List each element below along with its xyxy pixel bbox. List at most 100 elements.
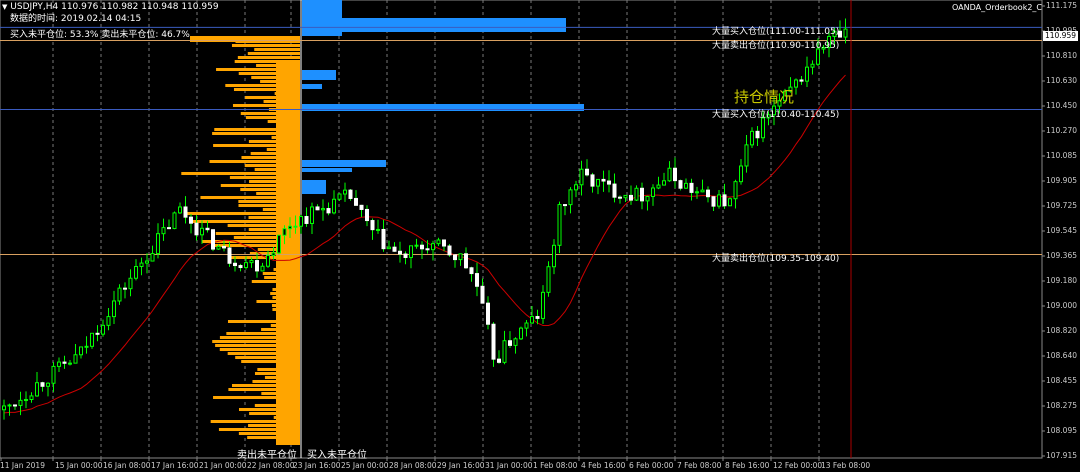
candle-body <box>249 260 254 264</box>
y-tick-label: 109.905 <box>1045 176 1077 185</box>
candle-body <box>106 316 111 326</box>
sell-profile-bar <box>213 144 300 147</box>
candle-body <box>447 245 452 256</box>
sell-profile-bar <box>256 64 300 67</box>
candle-body <box>392 246 397 252</box>
candle-body <box>431 243 435 251</box>
level-label: 大量卖出仓位(109.35-109.40) <box>712 254 840 265</box>
candle-body <box>744 144 749 167</box>
x-tick-label: 17 Jan 16:00 <box>151 461 199 470</box>
candle-body <box>403 253 408 258</box>
x-tick-label: 7 Feb 08:00 <box>677 461 722 470</box>
candle-body <box>40 382 45 387</box>
x-tick-label: 28 Jan 08:00 <box>389 461 437 470</box>
candle-body <box>238 265 243 269</box>
sell-profile-bar <box>186 212 300 215</box>
candle-body <box>18 399 23 406</box>
candle-body <box>420 244 424 250</box>
x-tick-label: 1 Feb 08:00 <box>533 461 578 470</box>
x-tick-label: 16 Jan 08:00 <box>103 461 151 470</box>
sell-profile-bar <box>272 296 300 299</box>
buy-profile-bar <box>302 18 566 32</box>
candle-body <box>486 302 490 325</box>
sell-profile-bar <box>249 180 300 183</box>
candle-body <box>794 79 798 88</box>
sell-profile-bar <box>226 332 300 335</box>
candle-body <box>739 165 743 183</box>
sell-profile-bar <box>248 424 300 427</box>
sell-profile-bar <box>254 404 300 407</box>
sell-profile-bar <box>251 280 300 283</box>
buy-profile-bar <box>302 160 386 167</box>
sell-profile-bar <box>254 372 300 375</box>
candle-body <box>299 216 303 227</box>
candle-body <box>579 168 584 186</box>
candle-body <box>508 340 512 346</box>
candle-body <box>706 189 710 198</box>
sell-profile-bar <box>273 416 300 419</box>
sell-profile-bar <box>235 356 300 359</box>
sell-profile-bar <box>256 300 300 303</box>
candle-body <box>645 195 650 202</box>
candle-body <box>414 244 419 247</box>
sell-profile-bar <box>252 380 300 383</box>
level-label: 大量卖出仓位(110.90-110.95) <box>712 40 840 51</box>
candle-body <box>755 130 760 139</box>
candle-body <box>150 253 155 262</box>
candle-body <box>673 167 677 182</box>
candle-body <box>519 327 523 340</box>
price-chart[interactable] <box>0 0 1080 472</box>
candle-body <box>172 212 177 230</box>
sell-profile-bar <box>238 200 300 203</box>
candle-body <box>101 324 105 335</box>
x-tick-label: 23 Jan 16:00 <box>293 461 341 470</box>
sell-profile-bar <box>278 364 300 367</box>
y-tick-label: 108.640 <box>1045 351 1077 360</box>
candle-body <box>563 204 567 207</box>
y-tick-label: 110.810 <box>1045 51 1077 60</box>
sell-profile-bar <box>280 316 300 319</box>
y-tick-label: 109.545 <box>1045 226 1077 235</box>
candle-body <box>695 191 699 194</box>
buy-profile-bar <box>302 84 322 89</box>
candle-body <box>90 332 94 347</box>
candle-body <box>535 316 540 319</box>
sell-profile-bar <box>212 340 300 343</box>
sell-profile-bar <box>254 168 300 171</box>
candle-body <box>134 266 138 279</box>
candle-body <box>288 225 292 230</box>
sell-profile-bar <box>248 228 300 231</box>
sell-profile-bar <box>213 396 300 399</box>
buy-profile-bar <box>302 168 352 172</box>
sell-profile-bar <box>219 348 300 351</box>
sell-profile-bar <box>272 308 300 311</box>
candle-body <box>183 206 188 218</box>
buy-profile-label: 买入未平仓位 <box>307 450 367 461</box>
candle-body <box>337 193 342 200</box>
sell-profile-bar <box>229 176 300 179</box>
sell-profile-bar <box>237 56 300 59</box>
sell-profile-bar <box>212 132 300 135</box>
y-tick-label: 110.270 <box>1045 126 1077 135</box>
dropdown-arrow-icon[interactable]: ▼ <box>2 3 7 11</box>
sell-profile-bar <box>247 52 300 55</box>
sell-profile-bar <box>272 288 300 291</box>
candle-body <box>689 182 694 193</box>
candle-body <box>623 194 628 199</box>
y-tick-label: 110.450 <box>1045 101 1077 110</box>
sell-profile-bar <box>240 112 300 115</box>
symbol-line: USDJPY,H4 110.976 110.982 110.948 110.95… <box>10 2 219 12</box>
candle-body <box>79 346 83 356</box>
candle-body <box>381 228 386 250</box>
candle-body <box>524 322 529 329</box>
sell-profile-bar <box>233 88 300 91</box>
sell-profile-bar <box>270 324 300 327</box>
sell-profile-bar <box>257 368 300 371</box>
sell-profile-bar <box>190 220 300 223</box>
candle-body <box>128 277 133 290</box>
candle-body <box>552 244 556 268</box>
sell-profile-bar <box>248 140 300 143</box>
candle-body <box>546 266 551 293</box>
sell-profile-bar <box>250 152 300 155</box>
sell-profile-bar <box>251 76 300 79</box>
